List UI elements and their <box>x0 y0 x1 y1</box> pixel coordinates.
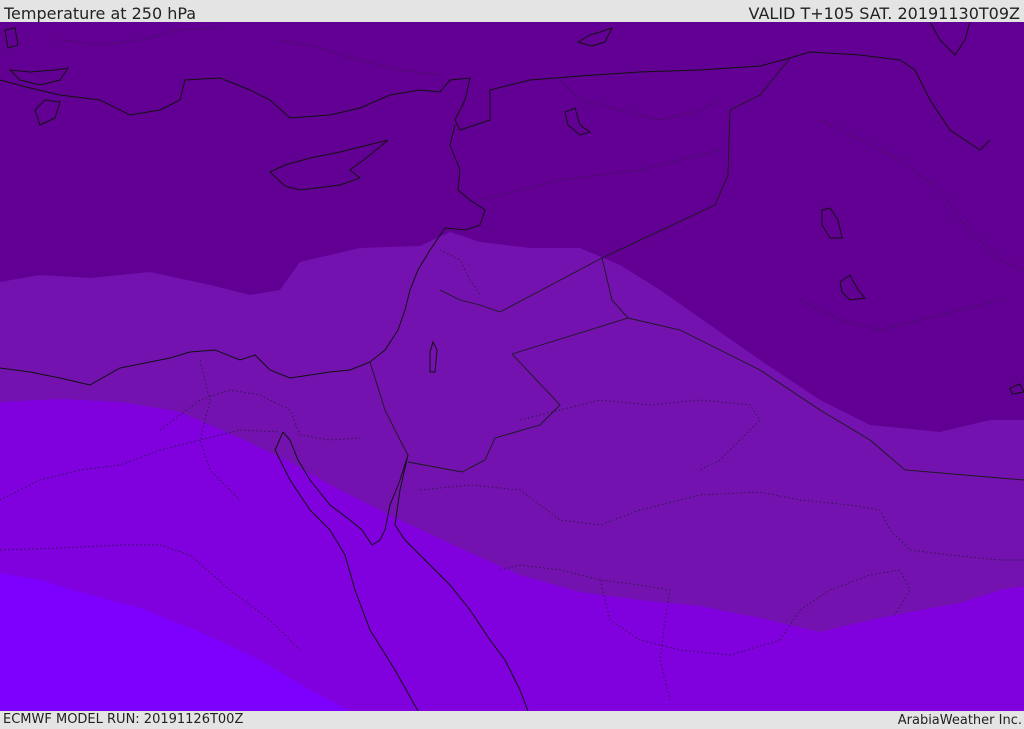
credit-label: ArabiaWeather Inc. <box>897 713 1022 728</box>
map-canvas <box>0 22 1024 711</box>
map-footer: ECMWF MODEL RUN: 20191126T00Z ArabiaWeat… <box>0 711 1024 729</box>
model-run-label: ECMWF MODEL RUN: 20191126T00Z <box>3 712 244 727</box>
map-header: Temperature at 250 hPa VALID T+105 SAT. … <box>0 0 1024 23</box>
map-title: Temperature at 250 hPa <box>4 4 197 23</box>
temperature-map <box>0 22 1024 711</box>
valid-time: VALID T+105 SAT. 20191130T09Z <box>748 4 1020 23</box>
